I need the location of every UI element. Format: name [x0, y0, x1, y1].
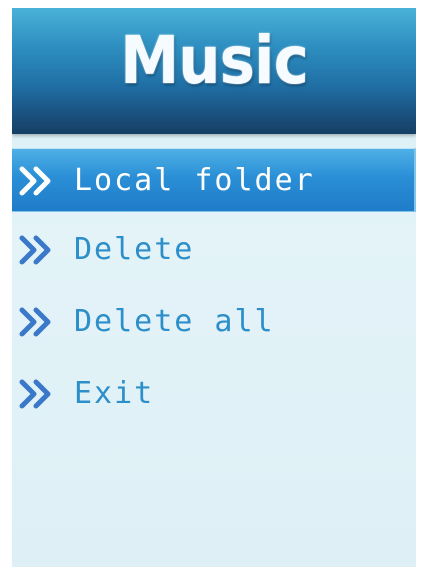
double-chevron-right-icon	[19, 235, 51, 265]
menu-item-delete[interactable]: Delete	[12, 218, 416, 282]
title-bar: Music	[12, 8, 416, 134]
menu-item-exit[interactable]: Exit	[12, 362, 416, 426]
device-screen: Music Local folder Delete Delete all Exi…	[12, 8, 416, 567]
page-title: Music	[120, 22, 309, 99]
double-chevron-right-icon	[19, 307, 51, 337]
double-chevron-right-icon	[19, 379, 51, 409]
menu-item-label: Exit	[74, 376, 155, 411]
menu-item-delete-all[interactable]: Delete all	[12, 290, 416, 354]
menu-item-label: Delete all	[74, 304, 275, 339]
menu-item-label: Delete	[74, 232, 195, 267]
menu-item-local-folder[interactable]: Local folder	[12, 148, 416, 212]
menu-item-label: Local folder	[74, 163, 315, 198]
double-chevron-right-icon	[19, 166, 51, 196]
